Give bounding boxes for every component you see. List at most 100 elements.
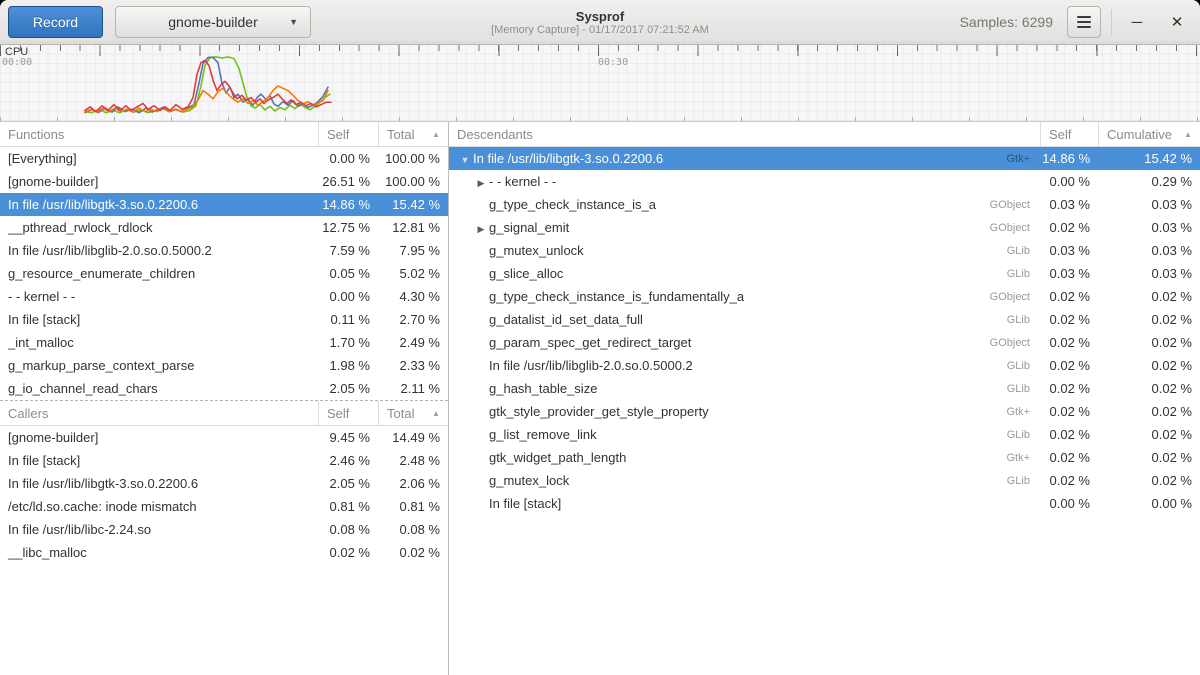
- self-percent: 0.00 %: [318, 289, 378, 304]
- functions-table-header: Functions Self Total ▲: [0, 122, 448, 147]
- tree-row[interactable]: g_datalist_id_set_data_fullGLib0.02 %0.0…: [449, 308, 1200, 331]
- tree-row[interactable]: In file /usr/lib/libglib-2.0.so.0.5000.2…: [449, 354, 1200, 377]
- function-name: g_type_check_instance_is_fundamentally_a: [489, 289, 744, 304]
- process-selector-dropdown[interactable]: gnome-builder ▼: [115, 6, 311, 38]
- cumulative-percent: 15.42 %: [1098, 151, 1200, 166]
- cumulative-percent: 0.03 %: [1098, 220, 1200, 235]
- descendants-pane: Descendants Self Cumulative ▲ ▼In file /…: [449, 122, 1200, 675]
- cpu-series-cpu3: [85, 60, 331, 111]
- column-header-self[interactable]: Self: [318, 401, 378, 425]
- column-header-cumulative[interactable]: Cumulative ▲: [1098, 122, 1200, 146]
- expander-open-icon[interactable]: ▼: [457, 155, 473, 165]
- time-label-start: 00:00: [2, 57, 32, 68]
- table-row[interactable]: - - kernel - -0.00 %4.30 %: [0, 285, 448, 308]
- table-row[interactable]: In file [stack]2.46 %2.48 %: [0, 449, 448, 472]
- self-percent: 12.75 %: [318, 220, 378, 235]
- function-name: g_type_check_instance_is_a: [489, 197, 656, 212]
- tree-row[interactable]: g_mutex_unlockGLib0.03 %0.03 %: [449, 239, 1200, 262]
- function-name: In file [stack]: [489, 496, 561, 511]
- expander-closed-icon[interactable]: ▶: [473, 224, 489, 235]
- self-percent: 0.00 %: [1040, 174, 1098, 189]
- cumulative-percent: 0.03 %: [1098, 266, 1200, 281]
- table-row[interactable]: In file /usr/lib/libgtk-3.so.0.2200.62.0…: [0, 472, 448, 495]
- table-row[interactable]: In file /usr/lib/libgtk-3.so.0.2200.614.…: [0, 193, 448, 216]
- minimize-button[interactable]: ─: [1122, 7, 1152, 37]
- column-header-functions[interactable]: Functions: [0, 127, 318, 142]
- tree-row[interactable]: gtk_widget_path_lengthGtk+0.02 %0.02 %: [449, 446, 1200, 469]
- cpu-series-cpu0: [85, 57, 330, 113]
- functions-section: Functions Self Total ▲ [Everything]0.00 …: [0, 122, 448, 400]
- tree-row[interactable]: gtk_style_provider_get_style_propertyGtk…: [449, 400, 1200, 423]
- function-name: [gnome-builder]: [0, 430, 318, 445]
- tree-row[interactable]: g_hash_table_sizeGLib0.02 %0.02 %: [449, 377, 1200, 400]
- table-row[interactable]: In file /usr/lib/libglib-2.0.so.0.5000.2…: [0, 239, 448, 262]
- table-row[interactable]: __libc_malloc0.02 %0.02 %: [0, 541, 448, 564]
- column-header-self[interactable]: Self: [1040, 122, 1098, 146]
- left-pane: Functions Self Total ▲ [Everything]0.00 …: [0, 122, 449, 675]
- self-percent: 0.02 %: [1040, 358, 1098, 373]
- table-row[interactable]: [gnome-builder]9.45 %14.49 %: [0, 426, 448, 449]
- function-name: In file /usr/lib/libgtk-3.so.0.2200.6: [0, 197, 318, 212]
- total-percent: 0.81 %: [378, 499, 448, 514]
- total-percent: 2.06 %: [378, 476, 448, 491]
- cpu-usage-graph[interactable]: CPU 00:00 00:30: [0, 45, 1200, 122]
- table-row[interactable]: [gnome-builder]26.51 %100.00 %: [0, 170, 448, 193]
- tree-row[interactable]: ▶g_signal_emitGObject0.02 %0.03 %: [449, 216, 1200, 239]
- library-label: GObject: [990, 222, 1040, 234]
- table-row[interactable]: _int_malloc1.70 %2.49 %: [0, 331, 448, 354]
- self-percent: 2.05 %: [318, 381, 378, 396]
- tree-row[interactable]: g_type_check_instance_is_aGObject0.03 %0…: [449, 193, 1200, 216]
- tree-row[interactable]: g_param_spec_get_redirect_targetGObject0…: [449, 331, 1200, 354]
- cumulative-percent: 0.02 %: [1098, 473, 1200, 488]
- function-name: In file /usr/lib/libglib-2.0.so.0.5000.2: [0, 243, 318, 258]
- cumulative-percent: 0.29 %: [1098, 174, 1200, 189]
- column-header-callers[interactable]: Callers: [0, 406, 318, 421]
- sort-ascending-icon: ▲: [432, 409, 440, 418]
- function-name: g_hash_table_size: [489, 381, 597, 396]
- self-percent: 0.02 %: [1040, 404, 1098, 419]
- table-row[interactable]: g_markup_parse_context_parse1.98 %2.33 %: [0, 354, 448, 377]
- tree-row[interactable]: g_type_check_instance_is_fundamentally_a…: [449, 285, 1200, 308]
- expander-closed-icon[interactable]: ▶: [473, 178, 489, 189]
- self-percent: 0.02 %: [1040, 289, 1098, 304]
- total-percent: 0.08 %: [378, 522, 448, 537]
- self-percent: 2.46 %: [318, 453, 378, 468]
- column-header-total[interactable]: Total ▲: [378, 122, 448, 146]
- tree-row[interactable]: g_mutex_lockGLib0.02 %0.02 %: [449, 469, 1200, 492]
- table-row[interactable]: g_io_channel_read_chars2.05 %2.11 %: [0, 377, 448, 400]
- self-percent: 1.98 %: [318, 358, 378, 373]
- self-percent: 0.08 %: [318, 522, 378, 537]
- table-row[interactable]: g_resource_enumerate_children0.05 %5.02 …: [0, 262, 448, 285]
- table-row[interactable]: In file /usr/lib/libc-2.24.so0.08 %0.08 …: [0, 518, 448, 541]
- library-label: GObject: [990, 337, 1040, 349]
- table-row[interactable]: In file [stack]0.11 %2.70 %: [0, 308, 448, 331]
- self-percent: 0.02 %: [1040, 427, 1098, 442]
- column-header-total[interactable]: Total ▲: [378, 401, 448, 425]
- total-percent: 7.95 %: [378, 243, 448, 258]
- library-label: GLib: [1007, 360, 1040, 372]
- column-header-descendants[interactable]: Descendants: [449, 127, 1040, 142]
- cumulative-percent: 0.02 %: [1098, 404, 1200, 419]
- function-name: g_markup_parse_context_parse: [0, 358, 318, 373]
- function-name: In file [stack]: [0, 453, 318, 468]
- close-button[interactable]: ✕: [1162, 7, 1192, 37]
- window-title: Sysprof: [576, 9, 624, 24]
- tree-row[interactable]: ▼In file /usr/lib/libgtk-3.so.0.2200.6Gt…: [449, 147, 1200, 170]
- function-name: g_param_spec_get_redirect_target: [489, 335, 691, 350]
- table-row[interactable]: /etc/ld.so.cache: inode mismatch0.81 %0.…: [0, 495, 448, 518]
- table-row[interactable]: [Everything]0.00 %100.00 %: [0, 147, 448, 170]
- self-percent: 0.11 %: [318, 312, 378, 327]
- tree-row[interactable]: In file [stack]0.00 %0.00 %: [449, 492, 1200, 515]
- table-row[interactable]: __pthread_rwlock_rdlock12.75 %12.81 %: [0, 216, 448, 239]
- headerbar: Record gnome-builder ▼ Sysprof [Memory C…: [0, 0, 1200, 45]
- self-percent: 9.45 %: [318, 430, 378, 445]
- column-header-self[interactable]: Self: [318, 122, 378, 146]
- total-percent: 2.11 %: [378, 381, 448, 396]
- record-button[interactable]: Record: [8, 6, 103, 38]
- tree-row[interactable]: g_slice_allocGLib0.03 %0.03 %: [449, 262, 1200, 285]
- tree-row[interactable]: g_list_remove_linkGLib0.02 %0.02 %: [449, 423, 1200, 446]
- library-label: GLib: [1007, 314, 1040, 326]
- hamburger-menu-button[interactable]: [1067, 6, 1101, 38]
- library-label: GLib: [1007, 475, 1040, 487]
- tree-row[interactable]: ▶- - kernel - -0.00 %0.29 %: [449, 170, 1200, 193]
